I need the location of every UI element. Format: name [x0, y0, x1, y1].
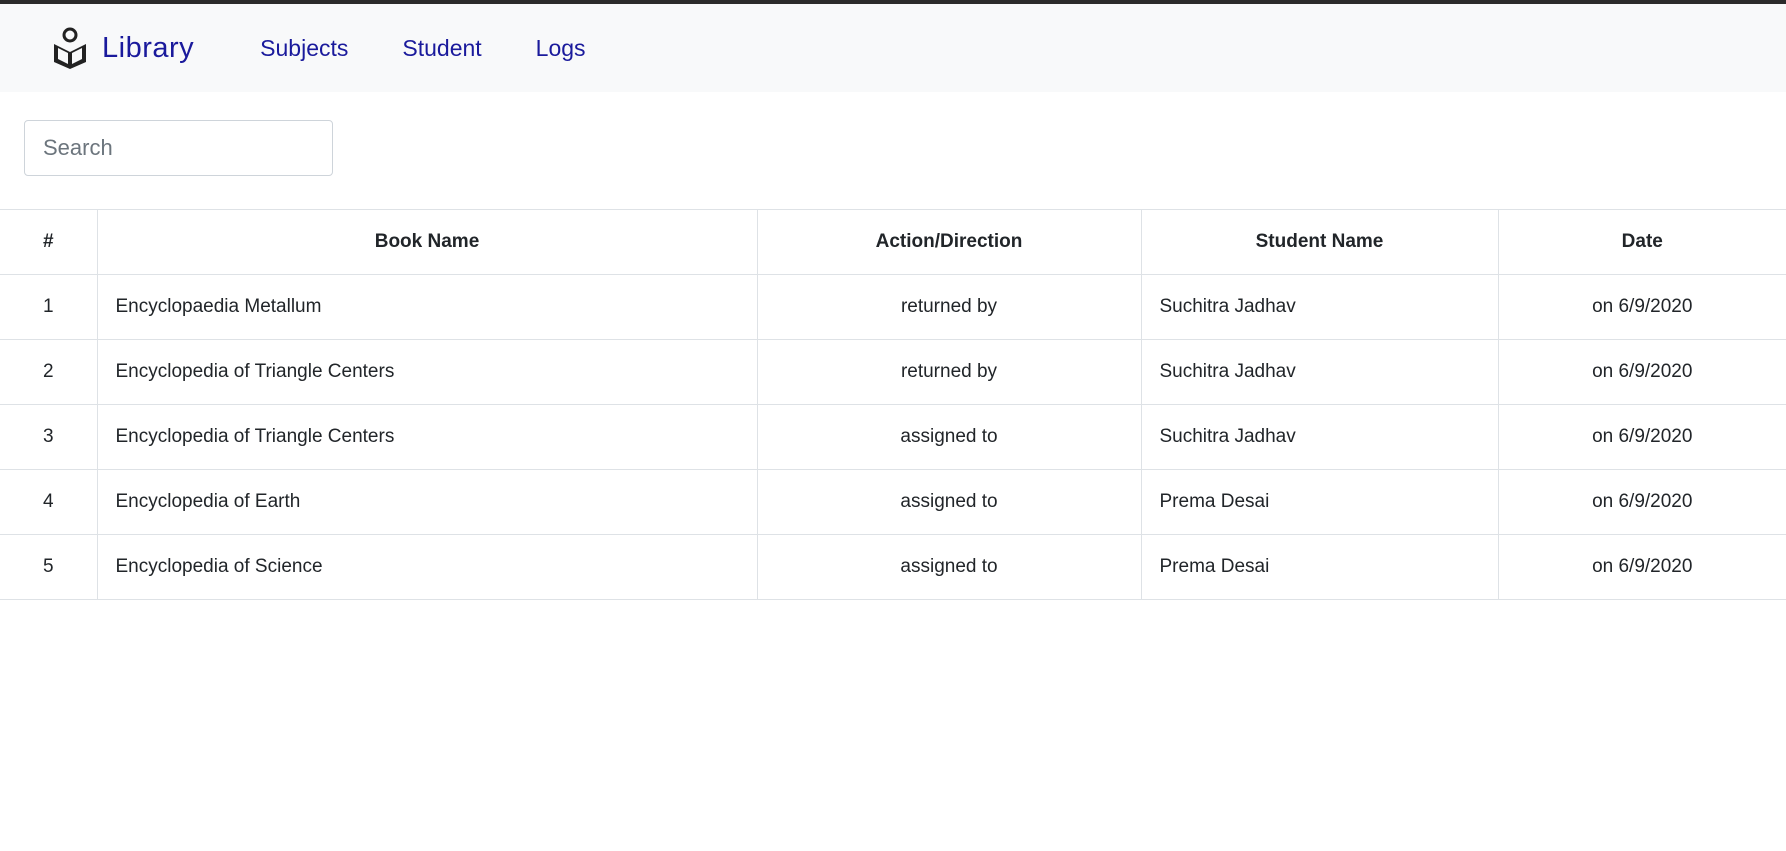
row-date: on 6/9/2020 — [1498, 534, 1786, 600]
row-action: returned by — [757, 339, 1142, 405]
row-date: on 6/9/2020 — [1498, 469, 1786, 535]
row-student-name: Suchitra Jadhav — [1141, 404, 1499, 470]
row-num: 5 — [0, 534, 98, 600]
table-header: # Book Name Action/Direction Student Nam… — [0, 209, 1786, 275]
row-book-name: Encyclopedia of Triangle Centers — [97, 404, 758, 470]
row-student-name: Suchitra Jadhav — [1141, 339, 1499, 405]
row-date: on 6/9/2020 — [1498, 404, 1786, 470]
row-num: 1 — [0, 274, 98, 340]
reader-book-icon — [51, 27, 89, 69]
table-body: 1 Encyclopaedia Metallum returned by Suc… — [0, 274, 1786, 600]
table-row: 5 Encyclopedia of Science assigned to Pr… — [0, 534, 1786, 600]
row-action: returned by — [757, 274, 1142, 340]
header-action: Action/Direction — [757, 209, 1142, 275]
row-date: on 6/9/2020 — [1498, 339, 1786, 405]
header-row: # Book Name Action/Direction Student Nam… — [0, 209, 1786, 275]
row-num: 2 — [0, 339, 98, 405]
header-num: # — [0, 209, 98, 275]
table-row: 1 Encyclopaedia Metallum returned by Suc… — [0, 274, 1786, 340]
header-student-name: Student Name — [1141, 209, 1499, 275]
row-student-name: Prema Desai — [1141, 534, 1499, 600]
row-book-name: Encyclopedia of Triangle Centers — [97, 339, 758, 405]
row-date: on 6/9/2020 — [1498, 274, 1786, 340]
header-book-name: Book Name — [97, 209, 758, 275]
brand-title: Library — [102, 31, 195, 64]
row-book-name: Encyclopedia of Science — [97, 534, 758, 600]
row-book-name: Encyclopedia of Earth — [97, 469, 758, 535]
row-student-name: Prema Desai — [1141, 469, 1499, 535]
table-row: 4 Encyclopedia of Earth assigned to Prem… — [0, 469, 1786, 535]
logs-table: # Book Name Action/Direction Student Nam… — [0, 209, 1786, 600]
row-num: 3 — [0, 404, 98, 470]
nav-link-logs[interactable]: Logs — [536, 35, 586, 62]
row-action: assigned to — [757, 469, 1142, 535]
search-input[interactable] — [24, 120, 333, 176]
search-container — [0, 92, 1786, 209]
row-num: 4 — [0, 469, 98, 535]
table-row: 3 Encyclopedia of Triangle Centers assig… — [0, 404, 1786, 470]
row-action: assigned to — [757, 534, 1142, 600]
header-date: Date — [1498, 209, 1786, 275]
row-student-name: Suchitra Jadhav — [1141, 274, 1499, 340]
navbar: Library Subjects Student Logs — [0, 4, 1786, 92]
brand-link[interactable]: Library — [51, 27, 194, 69]
table-row: 2 Encyclopedia of Triangle Centers retur… — [0, 339, 1786, 405]
row-action: assigned to — [757, 404, 1142, 470]
nav-link-student[interactable]: Student — [402, 35, 481, 62]
row-book-name: Encyclopaedia Metallum — [97, 274, 758, 340]
nav-link-subjects[interactable]: Subjects — [260, 35, 348, 62]
